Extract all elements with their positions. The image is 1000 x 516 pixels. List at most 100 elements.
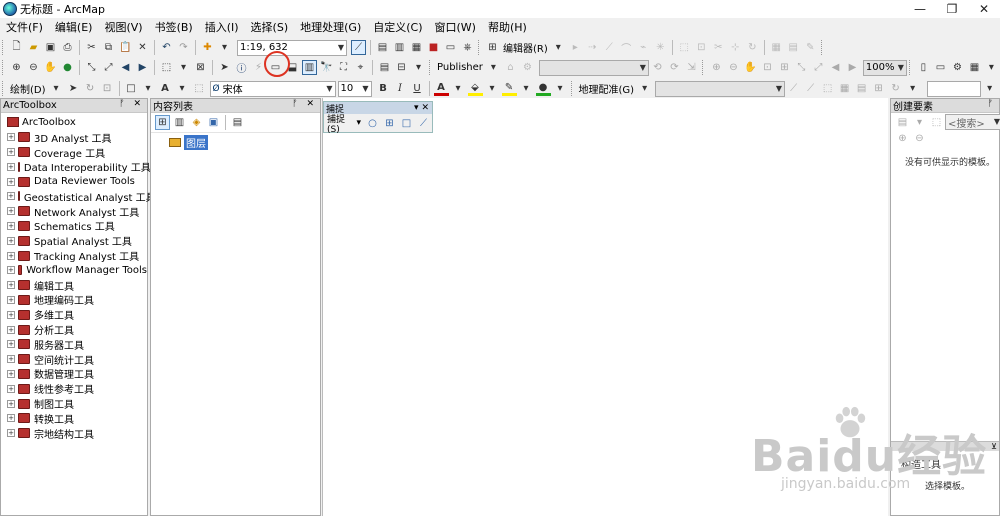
toolbox-tree-item[interactable]: + 宗地结构工具 bbox=[1, 426, 147, 441]
data-driven-pages-icon[interactable]: ▦ bbox=[967, 60, 982, 75]
expand-icon[interactable]: + bbox=[7, 310, 15, 319]
menu-help[interactable]: 帮助(H) bbox=[482, 19, 533, 35]
minimize-button[interactable]: — bbox=[904, 0, 936, 18]
list-by-selection-icon[interactable]: ▣ bbox=[206, 115, 221, 130]
close-panel-icon[interactable]: ✕ bbox=[306, 99, 317, 109]
font-name-dropdown[interactable]: Ø 宋体 ▼ bbox=[209, 80, 336, 97]
focus-data-frame-icon[interactable]: ▭ bbox=[933, 60, 948, 75]
pin-icon[interactable]: ᚠ bbox=[292, 99, 300, 109]
menu-insert[interactable]: 插入(I) bbox=[199, 19, 245, 35]
python-window-icon[interactable]: ▭ bbox=[443, 40, 458, 55]
expand-icon[interactable]: + bbox=[7, 325, 15, 334]
expand-icon[interactable]: + bbox=[7, 384, 15, 393]
pan-icon[interactable]: ✋ bbox=[43, 60, 58, 75]
data-view-highlighted-icon[interactable]: ▥ bbox=[302, 60, 317, 75]
clear-selection-icon[interactable]: ⊠ bbox=[193, 60, 208, 75]
italic-button[interactable]: I bbox=[393, 81, 408, 96]
expand-icon[interactable]: + bbox=[7, 207, 15, 216]
font-color-icon[interactable]: A bbox=[433, 81, 449, 96]
toolbox-tree-item[interactable]: + Geostatistical Analyst 工具 bbox=[1, 189, 156, 204]
toc-options-icon[interactable]: ▤ bbox=[230, 115, 245, 130]
maximize-button[interactable]: ❐ bbox=[936, 0, 968, 18]
arctoolbox-root[interactable]: ArcToolbox bbox=[1, 115, 147, 130]
expand-icon[interactable]: + bbox=[7, 177, 15, 186]
expand-icon[interactable]: + bbox=[7, 162, 15, 171]
expand-icon[interactable]: + bbox=[7, 295, 15, 304]
vertex-snap-icon[interactable]: □ bbox=[399, 116, 414, 131]
menu-selection[interactable]: 选择(S) bbox=[245, 19, 295, 35]
add-data-dropdown-icon[interactable]: ▾ bbox=[217, 40, 232, 55]
open-folder-icon[interactable]: ▰ bbox=[26, 40, 41, 55]
expand-icon[interactable]: + bbox=[7, 414, 15, 423]
undo-icon[interactable]: ↶ bbox=[159, 40, 174, 55]
expand-icon[interactable]: + bbox=[7, 251, 15, 260]
menu-file[interactable]: 文件(F) bbox=[0, 19, 49, 35]
menu-view[interactable]: 视图(V) bbox=[98, 19, 148, 35]
menu-edit[interactable]: 编辑(E) bbox=[49, 19, 99, 35]
fixed-zoom-out-icon[interactable]: ⤢ bbox=[101, 60, 116, 75]
expand-icon[interactable]: + bbox=[7, 340, 15, 349]
zoom-percent-dropdown[interactable]: 100% ▼ bbox=[862, 59, 907, 76]
toolbox-tree-item[interactable]: + Schematics 工具 bbox=[1, 219, 147, 233]
bold-button[interactable]: B bbox=[376, 81, 391, 96]
new-document-icon[interactable]: 🗋 bbox=[9, 40, 24, 55]
close-button[interactable]: ✕ bbox=[968, 0, 1000, 18]
fixed-zoom-in-icon[interactable]: ⤡ bbox=[84, 60, 99, 75]
table-of-contents-icon[interactable]: ▤ bbox=[375, 40, 390, 55]
toolbox-tree-item[interactable]: + 分析工具 bbox=[1, 322, 147, 337]
draw-menu[interactable]: 绘制(D) bbox=[8, 81, 48, 96]
expand-icon[interactable]: + bbox=[7, 399, 15, 408]
menu-bookmarks[interactable]: 书签(B) bbox=[149, 19, 199, 35]
toolbox-tree-item[interactable]: + 空间统计工具 bbox=[1, 352, 147, 367]
toolbox-tree-item[interactable]: + 服务器工具 bbox=[1, 337, 147, 352]
cut-icon[interactable]: ✂ bbox=[84, 40, 99, 55]
select-element-icon[interactable]: ➤ bbox=[66, 81, 81, 96]
line-color-icon[interactable]: ✎ bbox=[501, 81, 517, 96]
rotate-element-icon[interactable]: ↻ bbox=[83, 81, 98, 96]
underline-button[interactable]: U bbox=[410, 81, 425, 96]
toolbox-tree-item[interactable]: + Network Analyst 工具 bbox=[1, 204, 147, 219]
rectangle-icon[interactable]: □ bbox=[124, 81, 139, 96]
expand-icon[interactable]: + bbox=[7, 236, 15, 245]
list-by-visibility-icon[interactable]: ◈ bbox=[189, 115, 204, 130]
toolbox-tree-item[interactable]: + 线性参考工具 bbox=[1, 381, 147, 396]
toolbox-tree-item[interactable]: + 制图工具 bbox=[1, 396, 147, 411]
close-panel-icon[interactable]: ✕ bbox=[133, 99, 144, 109]
expand-icon[interactable]: + bbox=[7, 133, 15, 142]
toolbox-tree-item[interactable]: + Spatial Analyst 工具 bbox=[1, 233, 147, 248]
zoom-in-icon[interactable]: ⊕ bbox=[9, 60, 24, 75]
change-layout-icon[interactable]: ⚙ bbox=[950, 60, 965, 75]
menu-geoprocessing[interactable]: 地理处理(G) bbox=[294, 19, 367, 35]
snapping-menu[interactable]: 捕捉(S) bbox=[327, 112, 356, 135]
fill-color-icon[interactable]: ⬙ bbox=[467, 81, 483, 96]
time-slider-icon[interactable]: ⊟ bbox=[394, 60, 409, 75]
find-icon[interactable]: 🔭 bbox=[319, 60, 334, 75]
edge-snap-icon[interactable]: ⟋ bbox=[416, 116, 431, 131]
toolbox-tree-item[interactable]: + 地理编码工具 bbox=[1, 293, 147, 307]
measure-icon[interactable]: ▤ bbox=[377, 60, 392, 75]
toolbox-tree-item[interactable]: + Tracking Analyst 工具 bbox=[1, 248, 147, 263]
editor-toolbar-icon[interactable]: ⟋ bbox=[351, 40, 366, 55]
model-builder-icon[interactable]: ⎈ bbox=[460, 40, 475, 55]
edit-vertices-draw-icon[interactable]: ⬚ bbox=[192, 81, 207, 96]
expand-icon[interactable]: + bbox=[7, 281, 15, 290]
close-panel-icon[interactable]: ✕ bbox=[421, 103, 429, 113]
delete-icon[interactable]: ✕ bbox=[135, 40, 150, 55]
toolbox-tree-item[interactable]: + Data Interoperability 工具 bbox=[1, 159, 151, 174]
end-snap-icon[interactable]: ⊞ bbox=[382, 116, 397, 131]
select-features-icon[interactable]: ⬚ bbox=[159, 60, 174, 75]
toolbox-tree-item[interactable]: + 数据管理工具 bbox=[1, 367, 147, 381]
font-size-dropdown[interactable]: 10 ▼ bbox=[337, 80, 372, 97]
publisher-menu[interactable]: Publisher bbox=[435, 62, 485, 73]
expand-icon[interactable]: + bbox=[7, 355, 15, 364]
blank-input-field[interactable] bbox=[927, 80, 982, 97]
forward-extent-icon[interactable]: ▶ bbox=[135, 60, 150, 75]
find-route-icon[interactable]: ⛶ bbox=[336, 60, 351, 75]
georeferencing-menu[interactable]: 地理配准(G) bbox=[577, 81, 637, 96]
toolbox-tree-item[interactable]: + Workflow Manager Tools bbox=[1, 263, 147, 278]
georef-layer-dropdown[interactable]: ▼ bbox=[655, 80, 786, 97]
zoom-selected-elements-icon[interactable]: ⊡ bbox=[100, 81, 115, 96]
back-extent-icon[interactable]: ◀ bbox=[118, 60, 133, 75]
editor-icon[interactable]: ⊞ bbox=[485, 40, 500, 55]
layer-dropdown[interactable]: ▼ bbox=[538, 59, 649, 76]
